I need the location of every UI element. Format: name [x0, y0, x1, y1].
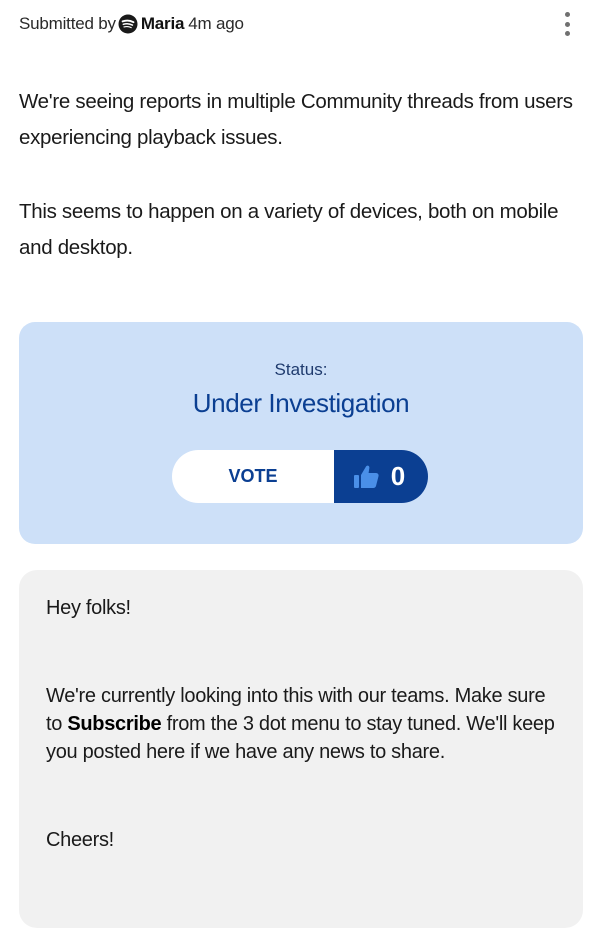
- post-paragraph: We're seeing reports in multiple Communi…: [19, 90, 573, 149]
- post-body: We're seeing reports in multiple Communi…: [19, 84, 585, 304]
- status-value: Under Investigation: [192, 388, 410, 418]
- post-paragraph: This seems to happen on a variety of dev…: [19, 200, 559, 259]
- reply-paragraph: We're currently looking into this with o…: [46, 682, 566, 766]
- vote-count: 0: [390, 461, 406, 491]
- vote-control: VOTE 0: [172, 450, 428, 503]
- more-vertical-icon[interactable]: [558, 12, 576, 36]
- reply-body: Hey folks! We're currently looking into …: [46, 594, 566, 854]
- spotify-logo-icon: [118, 14, 138, 34]
- moderator-reply-card: Hey folks! We're currently looking into …: [19, 570, 583, 928]
- status-label: Status:: [274, 360, 328, 379]
- submitted-by-label: Submitted by: [19, 14, 116, 33]
- reply-greeting: Hey folks!: [46, 597, 131, 619]
- vote-count-box[interactable]: 0: [334, 450, 428, 503]
- post-time: 4m ago: [188, 14, 244, 33]
- post-header: Submitted by Maria 4m ago: [19, 10, 588, 38]
- status-card: Status: Under Investigation VOTE 0: [19, 322, 583, 544]
- author-name[interactable]: Maria: [141, 14, 185, 34]
- reply-signoff: Cheers!: [46, 829, 114, 851]
- vote-button[interactable]: VOTE: [172, 450, 334, 503]
- thumbs-up-icon: [351, 462, 381, 492]
- subscribe-emphasis: Subscribe: [67, 713, 162, 735]
